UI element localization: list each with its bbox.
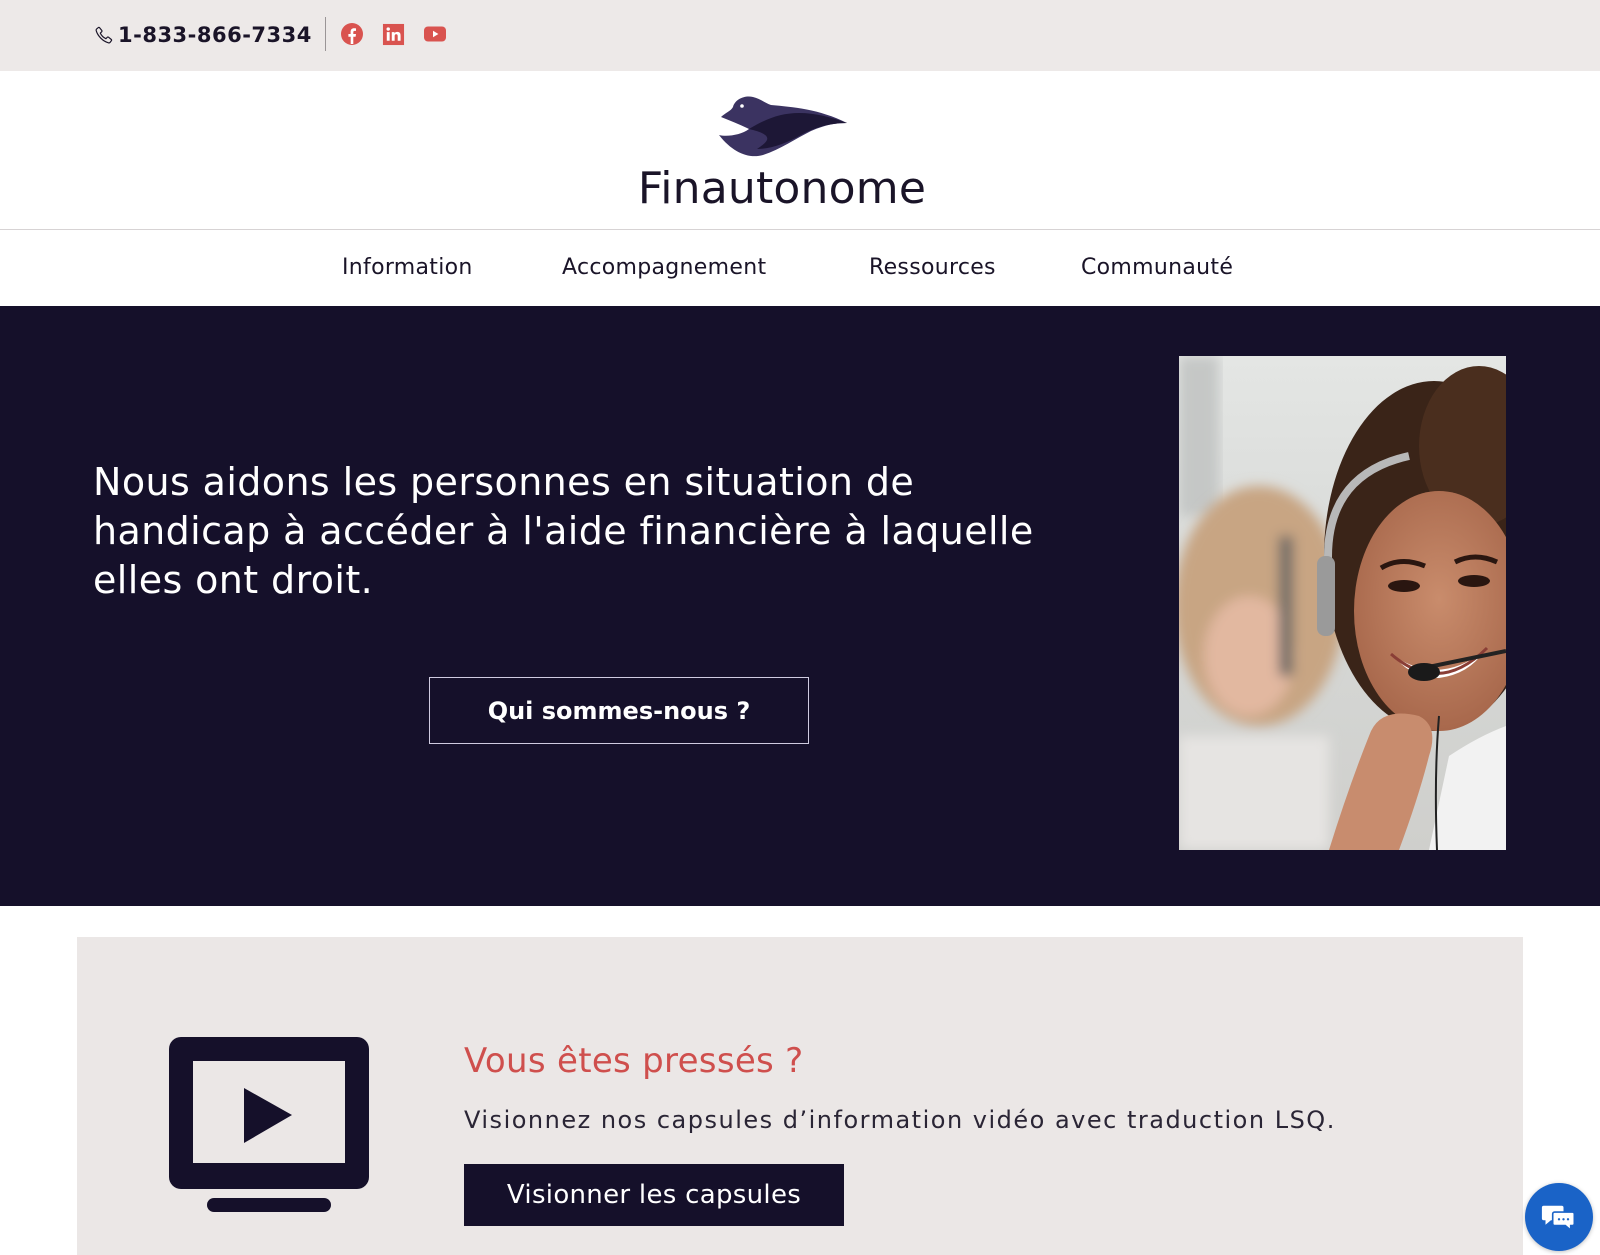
watch-capsules-button[interactable]: Visionner les capsules xyxy=(464,1164,844,1226)
header-logo-area: Finautonome xyxy=(0,71,1600,230)
facebook-icon xyxy=(341,23,363,45)
nav-item-accompagnement[interactable]: Accompagnement xyxy=(562,255,766,280)
chat-widget-button[interactable] xyxy=(1525,1183,1593,1251)
hero-headline: Nous aidons les personnes en situation d… xyxy=(93,460,1034,602)
hero-section: Nous aidons les personnes en situation d… xyxy=(0,306,1600,906)
bird-logo-icon xyxy=(719,96,847,157)
main-nav: Information Accompagnement Ressources Co… xyxy=(0,231,1600,306)
nav-item-information[interactable]: Information xyxy=(342,255,473,280)
youtube-icon xyxy=(424,26,446,42)
hero-photo xyxy=(1179,356,1506,850)
linkedin-link[interactable] xyxy=(381,22,405,46)
nav-item-communaute[interactable]: Communauté xyxy=(1081,255,1233,280)
phone-icon xyxy=(94,25,114,45)
phone-number: 1-833-866-7334 xyxy=(118,23,312,47)
facebook-link[interactable] xyxy=(340,22,364,46)
youtube-link[interactable] xyxy=(423,22,447,46)
linkedin-icon xyxy=(382,23,404,45)
phone-link[interactable]: 1-833-866-7334 xyxy=(94,20,312,50)
chat-bubbles-icon xyxy=(1541,1205,1576,1232)
about-us-button[interactable]: Qui sommes-nous ? xyxy=(429,677,809,744)
card-title: Vous êtes pressés ? xyxy=(464,1041,804,1081)
brand-name: Finautonome xyxy=(637,163,927,214)
video-screen-icon xyxy=(169,1037,369,1212)
video-capsules-card: Vous êtes pressés ? Visionnez nos capsul… xyxy=(77,937,1523,1255)
divider xyxy=(325,17,326,51)
nav-item-ressources[interactable]: Ressources xyxy=(869,255,996,280)
top-bar: 1-833-866-7334 xyxy=(0,0,1600,71)
card-description: Visionnez nos capsules d’information vid… xyxy=(464,1106,1336,1134)
